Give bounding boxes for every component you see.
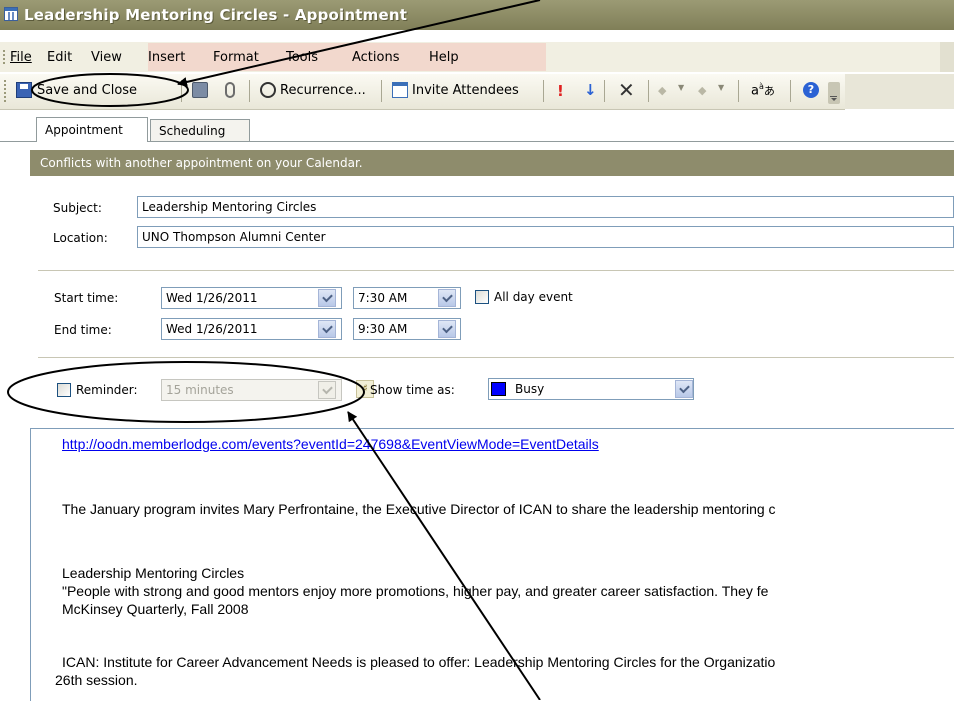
annotation-arrow	[347, 411, 541, 700]
annotation-overlay	[7, 0, 541, 700]
annotation-arrow	[177, 0, 541, 87]
reminder-highlight	[7, 361, 365, 423]
save-and-close-highlight	[31, 73, 189, 107]
